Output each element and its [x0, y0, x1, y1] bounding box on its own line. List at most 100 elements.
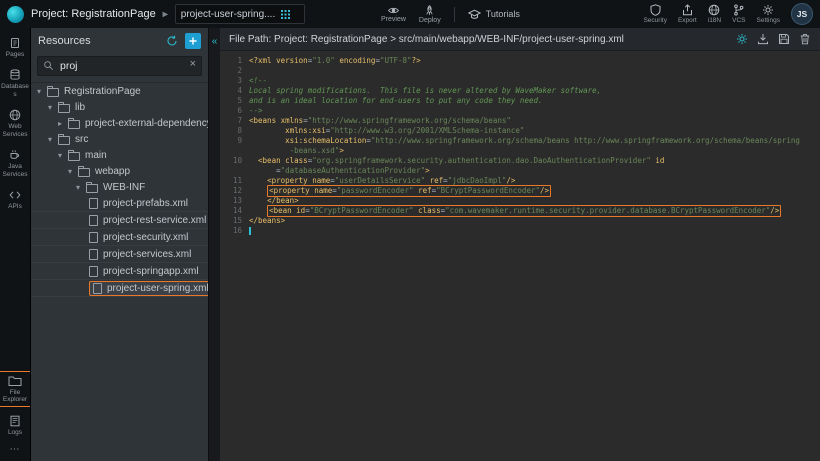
vcs-button[interactable]: VCS	[732, 4, 745, 24]
rail-item-java-services[interactable]: Java Services	[0, 149, 30, 178]
line-number: 6	[220, 106, 249, 116]
code-row[interactable]: 5and is an ideal location for end-users …	[220, 96, 820, 106]
pages-icon	[9, 37, 21, 49]
tree-item-webapp[interactable]: ▾ webapp	[31, 163, 208, 179]
code-row[interactable]: 8 xmlns:xsi="http://www.w3.org/2001/XMLS…	[220, 126, 820, 136]
rail-item-apis[interactable]: APIs	[0, 189, 30, 210]
settings-button[interactable]	[736, 33, 748, 45]
refresh-button[interactable]	[166, 35, 178, 47]
web-services-icon	[9, 109, 21, 121]
download-button[interactable]	[757, 33, 769, 45]
folder-icon	[47, 88, 59, 97]
file-icon	[89, 215, 98, 226]
caret-right-icon[interactable]: ▸	[58, 119, 68, 128]
apis-icon	[9, 189, 21, 201]
line-number: 12	[220, 186, 249, 196]
code-line: Local spring modifications. This file is…	[249, 86, 601, 96]
code-row[interactable]: 12 <property name="passwordEncoder" ref=…	[220, 186, 820, 196]
panel-collapse-strip[interactable]: «	[208, 28, 220, 461]
delete-button[interactable]	[799, 33, 811, 45]
file-icon	[89, 232, 98, 243]
code-row[interactable]: 10 <bean class="org.springframework.secu…	[220, 156, 820, 166]
file-path: File Path: Project: RegistrationPage > s…	[229, 34, 624, 45]
database-icon	[9, 69, 21, 81]
code-line: <property name="passwordEncoder" ref="BC…	[249, 186, 551, 196]
code-row[interactable]: ="databaseAuthenticationProvider">	[220, 166, 820, 176]
file-icon	[89, 198, 98, 209]
grid-apps-icon[interactable]	[281, 10, 290, 19]
line-number: 4	[220, 86, 249, 96]
caret-down-icon[interactable]: ▾	[68, 167, 78, 176]
tree-item-web-inf[interactable]: ▾ WEB-INF	[31, 179, 208, 195]
rail-item-databases[interactable]: Databases	[0, 69, 30, 98]
code-line	[249, 226, 251, 236]
tutorials-button[interactable]: Tutorials	[468, 9, 520, 20]
rail-item-logs[interactable]: Logs	[0, 415, 30, 436]
code-row[interactable]: 16	[220, 226, 820, 236]
deploy-button[interactable]: Deploy	[419, 5, 441, 24]
open-file-selector[interactable]: project-user-spring....	[175, 4, 305, 24]
tree-item-project-user-spring[interactable]: project-user-spring.xml	[31, 280, 208, 297]
code-row[interactable]: 9 xsi:schemaLocation="http://www.springf…	[220, 136, 820, 146]
tree-item-main[interactable]: ▾ main	[31, 147, 208, 163]
caret-down-icon[interactable]: ▾	[37, 87, 47, 96]
ellipsis-icon[interactable]: ⋯	[10, 444, 21, 455]
deploy-label: Deploy	[419, 17, 441, 24]
code-row[interactable]: 4Local spring modifications. This file i…	[220, 86, 820, 96]
preview-button[interactable]: Preview	[381, 6, 406, 23]
resources-panel: Resources × ▾ RegistrationPage ▾ lib	[30, 28, 208, 461]
code-line: <?xml version="1.0" encoding="UTF-8"?>	[249, 56, 421, 66]
graduation-cap-icon	[468, 9, 481, 20]
globe-icon	[708, 4, 720, 16]
rail-item-file-explorer[interactable]: File Explorer	[0, 375, 30, 404]
tree-item-registrationpage[interactable]: ▾ RegistrationPage	[31, 83, 208, 99]
folder-icon	[68, 152, 80, 161]
caret-down-icon[interactable]: ▾	[58, 151, 68, 160]
text-caret	[249, 227, 251, 235]
code-row[interactable]: 6-->	[220, 106, 820, 116]
tree-item-project-springapp[interactable]: project-springapp.xml	[31, 263, 208, 280]
tree-item-project-prefabs[interactable]: project-prefabs.xml	[31, 195, 208, 212]
code-row[interactable]: 7<beans xmlns="http://www.springframewor…	[220, 116, 820, 126]
rail-item-web-services[interactable]: Web Services	[0, 109, 30, 138]
settings-button[interactable]: Settings	[757, 4, 781, 24]
wavemaker-logo-icon[interactable]	[7, 6, 24, 23]
code-line: -->	[249, 106, 263, 116]
code-row[interactable]: 1<?xml version="1.0" encoding="UTF-8"?>	[220, 56, 820, 66]
search-input[interactable]	[37, 56, 202, 76]
code-row[interactable]: 15</beans>	[220, 216, 820, 226]
caret-down-icon[interactable]: ▾	[76, 183, 86, 192]
user-avatar[interactable]: JS	[791, 3, 813, 25]
line-number: 8	[220, 126, 249, 136]
caret-down-icon[interactable]: ▾	[48, 103, 58, 112]
code-row[interactable]: -beans.xsd">	[220, 146, 820, 156]
logs-icon	[9, 415, 21, 427]
line-number: 7	[220, 116, 249, 126]
collapse-left-icon[interactable]: «	[212, 37, 218, 47]
code-row[interactable]: 2	[220, 66, 820, 76]
line-number: 9	[220, 136, 249, 146]
line-number	[220, 166, 249, 176]
i18n-button[interactable]: i18N	[708, 4, 721, 24]
rail-item-pages[interactable]: Pages	[0, 37, 30, 58]
security-button[interactable]: Security	[643, 4, 666, 24]
add-resource-button[interactable]	[185, 33, 201, 49]
tree-item-project-services[interactable]: project-services.xml	[31, 246, 208, 263]
download-icon	[757, 33, 769, 45]
tree-item-src[interactable]: ▾ src	[31, 131, 208, 147]
code-row[interactable]: 3<!--	[220, 76, 820, 86]
caret-down-icon[interactable]: ▾	[48, 135, 58, 144]
editor-area: File Path: Project: RegistrationPage > s…	[220, 28, 820, 461]
tree-item-project-rest-service[interactable]: project-rest-service.xml	[31, 212, 208, 229]
selected-file-highlight: project-user-spring.xml	[89, 281, 208, 296]
code-editor[interactable]: 1<?xml version="1.0" encoding="UTF-8"?>2…	[220, 51, 820, 461]
tree-item-lib[interactable]: ▾ lib	[31, 99, 208, 115]
tree-item-project-external-dependency-jars[interactable]: ▸ project-external-dependency-jars	[31, 115, 208, 131]
line-number: 14	[220, 206, 249, 216]
code-row[interactable]: 14 <bean id="BCryptPasswordEncoder" clas…	[220, 206, 820, 216]
save-button[interactable]	[778, 33, 790, 45]
export-button[interactable]: Export	[678, 4, 697, 24]
close-icon[interactable]: ×	[190, 58, 196, 70]
code-line: <bean id="BCryptPasswordEncoder" class="…	[249, 206, 781, 216]
tree-item-project-security[interactable]: project-security.xml	[31, 229, 208, 246]
